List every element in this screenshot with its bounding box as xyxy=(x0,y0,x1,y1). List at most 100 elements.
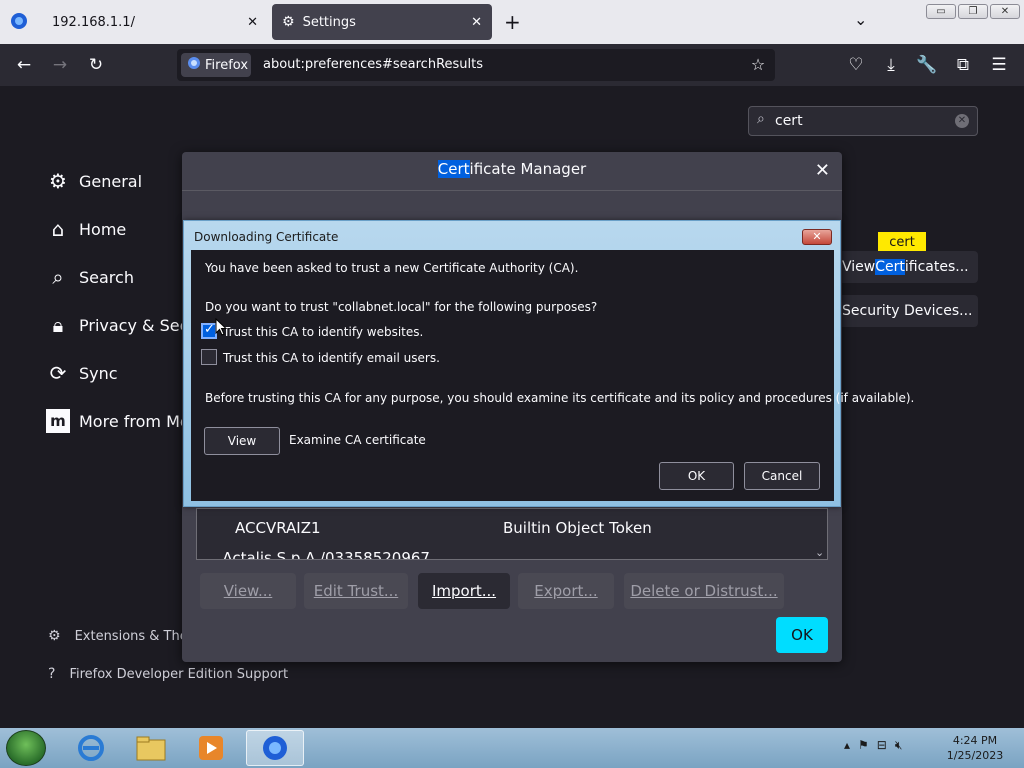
start-button[interactable] xyxy=(6,730,46,766)
certificate-list[interactable]: ACCVRAIZ1 Builtin Object Token ⌄ Actalis… xyxy=(196,508,828,560)
minimize-button[interactable]: ▭ xyxy=(926,4,956,19)
close-icon[interactable]: ✕ xyxy=(815,160,830,181)
sidebar-item-general[interactable]: ⚙ General xyxy=(46,168,142,194)
scrollbar[interactable]: ⌄ xyxy=(813,509,827,559)
extensions-icon[interactable]: ⧉ xyxy=(952,54,974,76)
download-icon[interactable]: ⤓ xyxy=(880,54,902,76)
chevron-down-icon[interactable]: ⌄ xyxy=(854,10,867,29)
chevron-down-icon[interactable]: ⌄ xyxy=(815,546,824,559)
tab-title: Settings xyxy=(302,14,356,30)
sidebar-item-label: Search xyxy=(79,267,134,287)
puzzle-icon: ⚙ xyxy=(48,628,61,644)
cert-name-text: Actalis S.p.A./03358520967 xyxy=(222,549,430,559)
import-button[interactable]: Import... xyxy=(418,573,510,609)
delete-or-distrust-button[interactable]: Delete or Distrust... xyxy=(624,573,784,609)
button-text: Security Devices... xyxy=(842,303,973,319)
chevron-up-icon[interactable]: ▴ xyxy=(844,738,850,753)
ok-button[interactable]: OK xyxy=(776,617,828,653)
sidebar-item-label: More from Mo xyxy=(79,411,190,431)
cert-name: ACCVRAIZ1 xyxy=(235,519,321,537)
wrench-icon[interactable]: 🔧 xyxy=(916,54,938,76)
sidebar-item-search[interactable]: ⌕ Search xyxy=(46,264,134,290)
sidebar-footer-label: Extensions & The xyxy=(74,628,188,644)
sidebar-extensions-themes[interactable]: ⚙ Extensions & The xyxy=(48,628,188,644)
star-icon[interactable]: ☆ xyxy=(747,54,769,76)
sidebar-item-label: Sync xyxy=(79,363,118,383)
cert-token: Builtin Object Token xyxy=(503,519,652,537)
search-icon: ⌕ xyxy=(757,111,765,127)
firefox-icon xyxy=(187,56,201,74)
identity-label: Firefox xyxy=(205,57,249,73)
clear-icon[interactable]: ✕ xyxy=(955,114,969,128)
downloading-certificate-dialog: Downloading Certificate ✕ You have been … xyxy=(183,220,914,507)
forward-icon[interactable]: → xyxy=(49,54,71,76)
gear-icon: ⚙ xyxy=(49,169,67,193)
clock-time: 4:24 PM xyxy=(952,734,998,747)
tab-settings[interactable]: ⚙ Settings ✕ xyxy=(272,4,492,40)
dialog-title: Certificate Manager xyxy=(182,160,842,178)
help-icon: ? xyxy=(48,666,56,682)
sidebar-item-home[interactable]: ⌂ Home xyxy=(46,216,127,242)
sidebar-item-more-from-mozilla[interactable]: m More from Mo xyxy=(46,408,190,434)
security-devices-button[interactable]: Security Devices... xyxy=(828,295,978,327)
flag-icon[interactable]: ⚑ xyxy=(858,738,869,753)
sidebar-footer-label: Firefox Developer Edition Support xyxy=(69,666,289,682)
view-button[interactable]: View... xyxy=(200,573,296,609)
url-text[interactable]: about:preferences#searchResults xyxy=(263,57,483,72)
restore-button[interactable]: ❐ xyxy=(958,4,988,19)
window-close-button[interactable]: ✕ xyxy=(990,4,1020,19)
cancel-button[interactable]: Cancel xyxy=(744,462,820,490)
tab-strip: 192.168.1.1/ ✕ ⚙ Settings ✕ + ⌄ ▭ ❐ ✕ xyxy=(0,0,1024,44)
network-icon[interactable]: ⊟ xyxy=(877,738,887,753)
ok-button[interactable]: OK xyxy=(659,462,734,490)
tab-192-168-1-1[interactable]: 192.168.1.1/ ✕ xyxy=(42,0,268,44)
folder-icon[interactable] xyxy=(122,730,180,766)
search-icon: ⌕ xyxy=(52,265,64,289)
pocket-icon[interactable]: ♡ xyxy=(845,54,867,76)
view-certificates-button[interactable]: View Cert ificates... xyxy=(828,251,978,283)
button-text: View xyxy=(842,259,876,275)
close-icon[interactable]: ✕ xyxy=(471,15,482,30)
system-tray: ▴ ⚑ ⊟ 🔇︎ xyxy=(844,738,902,753)
dialog-body: You have been asked to trust a new Certi… xyxy=(191,250,914,501)
url-bar[interactable]: Firefox about:preferences#searchResults … xyxy=(177,49,775,81)
firefox-icon xyxy=(10,12,28,30)
clock-date: 1/25/2023 xyxy=(946,749,1004,762)
mouse-cursor-icon xyxy=(215,318,227,336)
back-icon[interactable]: ← xyxy=(13,54,35,76)
identity-box[interactable]: Firefox xyxy=(181,53,251,77)
button-text: ificates... xyxy=(904,259,969,275)
trust-email-checkbox[interactable] xyxy=(201,349,217,365)
settings-search-input[interactable]: ⌕ cert ✕ xyxy=(748,106,978,136)
view-certificate-button[interactable]: View xyxy=(204,427,280,455)
sidebar-item-privacy[interactable]: 🔒︎ Privacy & Secu xyxy=(46,312,199,338)
edit-trust-button[interactable]: Edit Trust... xyxy=(304,573,408,609)
search-match-highlight: Cert xyxy=(875,259,905,275)
media-player-icon[interactable] xyxy=(182,730,240,766)
firefox-taskbar-icon[interactable] xyxy=(246,730,304,766)
export-button[interactable]: Export... xyxy=(518,573,614,609)
home-icon: ⌂ xyxy=(51,217,65,241)
cert-name: ⌄ Actalis S.p.A./03358520967 xyxy=(205,549,430,559)
new-tab-button[interactable]: + xyxy=(504,10,521,34)
sync-icon: ⟳ xyxy=(49,361,67,385)
trust-email-label[interactable]: Trust this CA to identify email users. xyxy=(223,351,440,365)
tab-title: 192.168.1.1/ xyxy=(52,14,135,30)
sidebar-item-sync[interactable]: ⟳ Sync xyxy=(46,360,118,386)
search-match-highlight: Cert xyxy=(437,160,470,178)
close-icon[interactable]: ✕ xyxy=(247,15,258,30)
clock[interactable]: 4:24 PM 1/25/2023 xyxy=(940,733,1010,763)
menu-icon[interactable]: ☰ xyxy=(988,54,1010,76)
trust-websites-label[interactable]: Trust this CA to identify websites. xyxy=(223,325,423,339)
search-value: cert xyxy=(775,113,803,129)
volume-muted-icon[interactable]: 🔇︎ xyxy=(895,738,903,753)
reload-icon[interactable]: ↻ xyxy=(85,54,107,76)
mozilla-icon: m xyxy=(46,409,70,433)
close-icon[interactable]: ✕ xyxy=(802,229,832,245)
sidebar-support[interactable]: ? Firefox Developer Edition Support xyxy=(48,666,288,682)
divider xyxy=(182,190,842,191)
internet-explorer-icon[interactable] xyxy=(62,730,120,766)
sidebar-item-label: General xyxy=(79,171,143,191)
table-row[interactable]: ⌄ Actalis S.p.A./03358520967 xyxy=(197,549,807,559)
nav-bar: ← → ↻ Firefox about:preferences#searchRe… xyxy=(0,44,1024,86)
